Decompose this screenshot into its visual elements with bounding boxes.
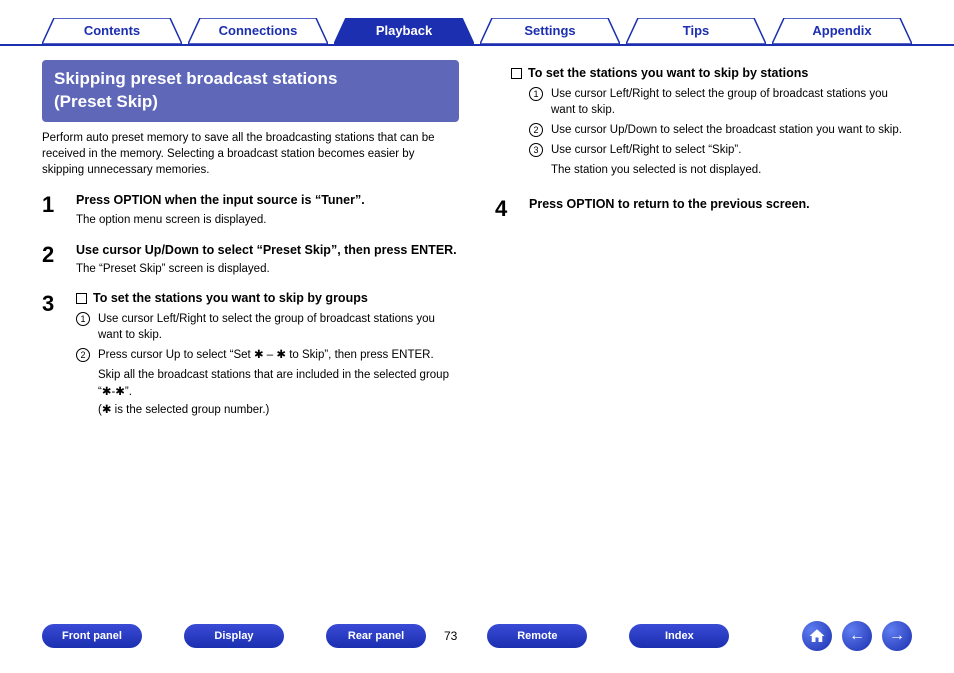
arrow-left-icon: ←	[849, 627, 865, 645]
step-number: 1	[42, 192, 62, 226]
substep-text: Use cursor Left/Right to select “Skip”.	[551, 142, 741, 158]
substep-text: Use cursor Up/Down to select the broadca…	[551, 122, 902, 138]
substep-note: The station you selected is not displaye…	[551, 162, 912, 178]
substep-note: (✱ is the selected group number.)	[98, 402, 459, 418]
checkbox-icon	[511, 68, 522, 79]
substep-list: 1 Use cursor Left/Right to select the gr…	[529, 86, 912, 158]
circle-num-icon: 2	[529, 123, 543, 137]
section-title: Skipping preset broadcast stations (Pres…	[42, 60, 459, 122]
substep-note: Skip all the broadcast stations that are…	[98, 367, 459, 399]
home-icon	[808, 627, 826, 645]
substep-text: Use cursor Left/Right to select the grou…	[551, 86, 912, 118]
circle-num-icon: 1	[76, 312, 90, 326]
tab-connections[interactable]: Connections	[188, 18, 328, 44]
step-title: Use cursor Up/Down to select “Preset Ski…	[76, 242, 459, 260]
substep-list: 1 Use cursor Left/Right to select the gr…	[76, 311, 459, 363]
step-desc: The “Preset Skip” screen is displayed.	[76, 263, 459, 275]
footer-btn-remote[interactable]: Remote	[487, 624, 587, 648]
subhead-stations: To set the stations you want to skip by …	[511, 66, 912, 80]
tab-label: Connections	[219, 23, 298, 38]
title-line2: (Preset Skip)	[54, 92, 158, 111]
tab-tips[interactable]: Tips	[626, 18, 766, 44]
footer-btn-index[interactable]: Index	[629, 624, 729, 648]
footer-btn-display[interactable]: Display	[184, 624, 284, 648]
substep-text: Use cursor Left/Right to select the grou…	[98, 311, 459, 343]
footer-btn-rear-panel[interactable]: Rear panel	[326, 624, 426, 648]
step-number: 3	[42, 291, 62, 418]
tab-label: Playback	[376, 23, 432, 38]
circle-num-icon: 1	[529, 87, 543, 101]
circle-num-icon: 2	[76, 348, 90, 362]
title-line1: Skipping preset broadcast stations	[54, 69, 337, 88]
top-tab-nav: Contents Connections Playback Settings T…	[0, 0, 954, 46]
right-column: To set the stations you want to skip by …	[495, 60, 912, 434]
step-title: Press OPTION when the input source is “T…	[76, 192, 459, 210]
intro-text: Perform auto preset memory to save all t…	[42, 130, 459, 178]
prev-page-button[interactable]: ←	[842, 621, 872, 651]
step-4: 4 Press OPTION to return to the previous…	[495, 196, 912, 222]
nav-icons: ← →	[802, 621, 912, 651]
step-3: 3 To set the stations you want to skip b…	[42, 291, 459, 418]
footer-btn-front-panel[interactable]: Front panel	[42, 624, 142, 648]
next-page-button[interactable]: →	[882, 621, 912, 651]
tab-label: Appendix	[812, 23, 871, 38]
tab-settings[interactable]: Settings	[480, 18, 620, 44]
step-1: 1 Press OPTION when the input source is …	[42, 192, 459, 226]
tab-label: Contents	[84, 23, 140, 38]
page-number: 73	[444, 629, 457, 643]
substep-item: 1 Use cursor Left/Right to select the gr…	[76, 311, 459, 343]
step-title: Press OPTION to return to the previous s…	[529, 196, 912, 214]
subhead-groups: To set the stations you want to skip by …	[76, 291, 459, 305]
substep-item: 2 Press cursor Up to select “Set ✱ – ✱ t…	[76, 347, 459, 363]
checkbox-icon	[76, 293, 87, 304]
circle-num-icon: 3	[529, 143, 543, 157]
left-column: Skipping preset broadcast stations (Pres…	[42, 60, 459, 434]
arrow-right-icon: →	[889, 627, 905, 645]
home-button[interactable]	[802, 621, 832, 651]
step-desc: The option menu screen is displayed.	[76, 214, 459, 226]
subhead-text: To set the stations you want to skip by …	[93, 291, 368, 305]
step-number: 4	[495, 196, 515, 222]
step-2: 2 Use cursor Up/Down to select “Preset S…	[42, 242, 459, 276]
step-number: 2	[42, 242, 62, 276]
substep-item: 2 Use cursor Up/Down to select the broad…	[529, 122, 912, 138]
tab-label: Settings	[524, 23, 575, 38]
substep-item: 1 Use cursor Left/Right to select the gr…	[529, 86, 912, 118]
tab-label: Tips	[683, 23, 710, 38]
tab-playback[interactable]: Playback	[334, 18, 474, 44]
substep-text: Press cursor Up to select “Set ✱ – ✱ to …	[98, 347, 434, 363]
tab-contents[interactable]: Contents	[42, 18, 182, 44]
substep-item: 3 Use cursor Left/Right to select “Skip”…	[529, 142, 912, 158]
subhead-text: To set the stations you want to skip by …	[528, 66, 808, 80]
tab-appendix[interactable]: Appendix	[772, 18, 912, 44]
bottom-bar: Front panel Display Rear panel 73 Remote…	[0, 621, 954, 651]
page-body: Skipping preset broadcast stations (Pres…	[0, 46, 954, 434]
